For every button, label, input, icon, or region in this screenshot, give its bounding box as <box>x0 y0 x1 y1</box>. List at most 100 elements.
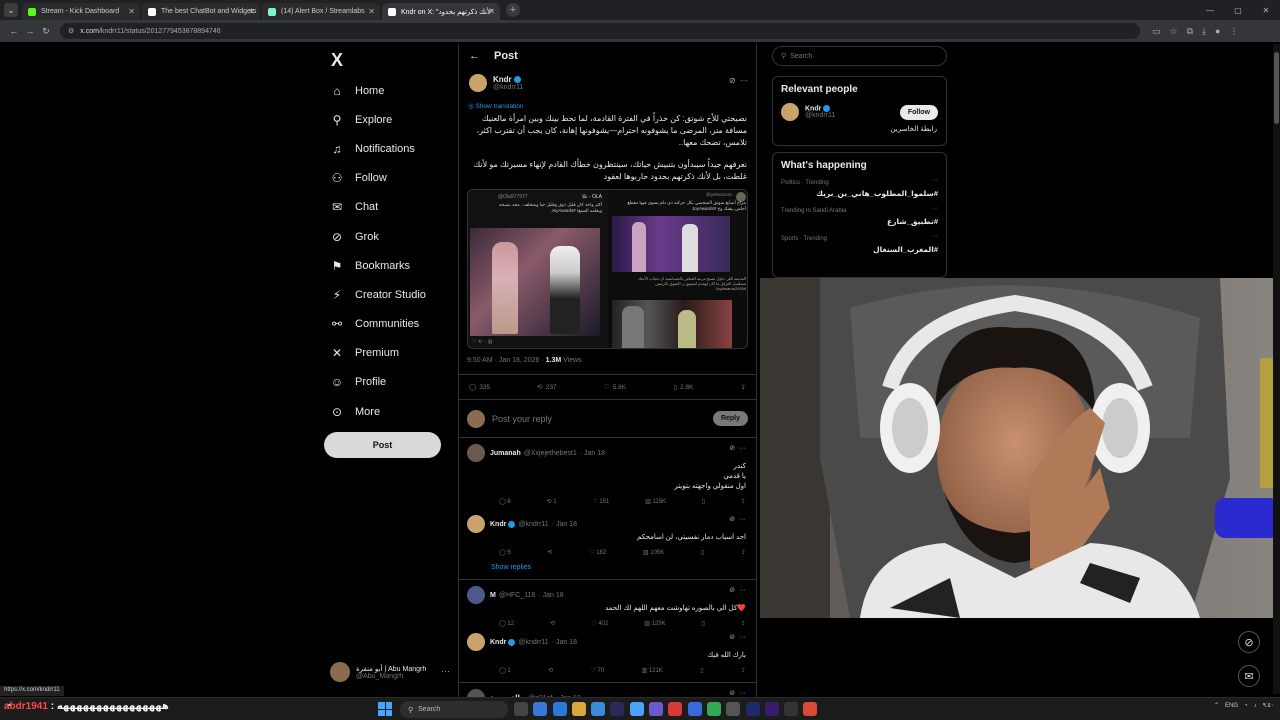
share-icon[interactable]: ⇪ <box>741 549 746 556</box>
sidebar-item-creator-studio[interactable]: ⚡ Creator Studio <box>324 280 454 309</box>
avatar[interactable] <box>781 103 799 121</box>
app-icon[interactable] <box>687 702 702 716</box>
settings-icon[interactable] <box>784 702 799 716</box>
reply-author-name[interactable]: M <box>490 592 496 599</box>
reply-button[interactable]: Reply <box>712 411 748 426</box>
compose-post-button[interactable]: Post <box>324 432 441 458</box>
sidebar-item-bookmarks[interactable]: ⚑ Bookmarks <box>324 251 454 280</box>
photoshop-icon[interactable] <box>745 702 760 716</box>
reply-author-handle[interactable]: @kndrr11 <box>518 521 548 528</box>
forward-icon[interactable]: → <box>22 26 38 36</box>
author-name[interactable]: Kndr <box>493 75 512 84</box>
follow-button[interactable]: Follow <box>899 105 938 120</box>
grok-icon[interactable]: ⊘ <box>729 634 735 641</box>
repost-action[interactable]: ⟲ <box>547 549 552 556</box>
trend-item[interactable]: Trending in Saudi Arabia #تطبيق_شارع ··· <box>773 203 946 231</box>
windows-start-icon[interactable] <box>378 702 392 716</box>
copilot-icon[interactable] <box>533 702 548 716</box>
reply-author-name[interactable]: Jumanah <box>490 450 521 457</box>
repost-action[interactable]: ⟲ 1 <box>547 498 557 505</box>
repost-action[interactable]: ⟲ <box>548 667 553 674</box>
relevant-person[interactable]: Kndr @kndrr11 Follow <box>773 99 946 125</box>
extensions-icon[interactable]: ⧉ <box>1187 26 1193 37</box>
reply-author-name[interactable]: Kndr <box>490 639 506 646</box>
tab-botrix[interactable]: The best ChatBot and Widgets ✕ <box>142 3 260 20</box>
discord-icon[interactable] <box>649 702 664 716</box>
mail-app-icon[interactable] <box>591 702 606 716</box>
reply-tweet[interactable]: Kndr @kndrr11 · Jan 18 ⊘ ··· احد اسباب دمار … <box>459 509 756 556</box>
lang-indicator[interactable]: ENG <box>1225 703 1238 709</box>
share-icon[interactable]: ⇪ <box>741 383 746 391</box>
more-dots-icon[interactable]: ··· <box>739 445 746 452</box>
account-switcher[interactable]: أبو منقرة | Abu Mangrh @Abu_Mangrh ··· <box>330 662 450 682</box>
volume-icon[interactable]: ♪ <box>1254 703 1257 709</box>
back-arrow-icon[interactable]: ← <box>469 50 480 62</box>
show-replies-link[interactable]: Show replies <box>459 556 756 571</box>
views-action[interactable]: ▥ 115K <box>645 498 666 505</box>
reply-tweet[interactable]: M @HFC_116 · Jan 18 ⊘ ··· ❤️كل الي بالصوره ت… <box>459 580 756 627</box>
repost-action[interactable]: ⟲ 237 <box>537 383 556 392</box>
media-icon[interactable] <box>668 702 683 716</box>
chevron-up-icon[interactable]: ⌃ <box>1214 702 1219 709</box>
avatar[interactable] <box>467 633 485 651</box>
star-icon[interactable]: ☆ <box>1170 26 1178 37</box>
sidebar-item-more[interactable]: ⊙ More <box>324 397 454 426</box>
sidebar-item-home[interactable]: ⌂ Home <box>324 76 454 105</box>
bookmark-action[interactable]: ▯ 2.8K <box>673 383 693 392</box>
reply-action[interactable]: ◯ 1 <box>499 667 511 674</box>
bookmark-icon[interactable]: ▯ <box>700 667 703 674</box>
reply-author-handle[interactable]: @Xxjejethebest1 <box>524 450 577 457</box>
bookmark-icon[interactable]: ▯ <box>702 498 705 505</box>
sidebar-item-explore[interactable]: ⚲ Explore <box>324 105 454 134</box>
search-input[interactable]: ⚲ Search <box>772 46 947 66</box>
minimize-icon[interactable]: — <box>1196 0 1224 20</box>
more-dots-icon[interactable]: ··· <box>931 233 938 240</box>
sidebar-item-follow[interactable]: ⚇ Follow <box>324 164 454 193</box>
tab-search-icon[interactable]: ⌄ <box>4 3 18 17</box>
close-window-icon[interactable]: ✕ <box>1252 0 1280 20</box>
sidebar-item-profile[interactable]: ☺ Profile <box>324 368 454 397</box>
maximize-icon[interactable]: ▢ <box>1224 0 1252 20</box>
avatar[interactable] <box>467 444 485 462</box>
reply-action[interactable]: ◯ 8 <box>499 498 511 505</box>
grok-icon[interactable]: ⊘ <box>729 76 736 85</box>
close-icon[interactable]: ✕ <box>248 7 255 16</box>
views-action[interactable]: ▥ 105K <box>643 549 664 556</box>
sidebar-item-premium[interactable]: ✕ Premium <box>324 339 454 368</box>
trend-item[interactable]: Sports · Trending #المغرب_السنغال ··· <box>773 231 946 259</box>
reload-icon[interactable]: ↻ <box>38 26 54 37</box>
tab-x-post[interactable]: Kndr on X: "لأنك ذكرتهم بحدود" ✕ <box>382 3 500 20</box>
more-dots-icon[interactable]: ··· <box>739 690 746 697</box>
store-icon[interactable] <box>629 702 644 716</box>
menu-icon[interactable]: ⋮ <box>1229 26 1238 37</box>
site-info-icon[interactable]: ⚙ <box>68 27 74 35</box>
grok-icon[interactable]: ⊘ <box>729 690 735 697</box>
views-action[interactable]: ▥ 129K <box>644 620 665 627</box>
bookmark-icon[interactable]: ▯ <box>702 620 705 627</box>
app-icon[interactable] <box>726 702 741 716</box>
like-action[interactable]: ♡ 70 <box>590 667 604 674</box>
profile-avatar-icon[interactable]: ● <box>1215 26 1220 37</box>
reply-input[interactable]: Post your reply <box>492 414 713 424</box>
scrollbar-thumb[interactable] <box>1274 52 1279 124</box>
share-icon[interactable]: ⇪ <box>741 498 746 505</box>
back-icon[interactable]: ← <box>6 26 22 36</box>
more-dots-icon[interactable]: ··· <box>740 76 748 85</box>
task-view-icon[interactable] <box>514 702 528 716</box>
messages-floating-icon[interactable]: ✉ <box>1238 665 1260 687</box>
share-icon[interactable]: ⇪ <box>741 667 746 674</box>
like-action[interactable]: ♡ 402 <box>591 620 608 627</box>
author-handle[interactable]: @kndrr11 <box>493 84 523 91</box>
media-image-2[interactable]: @pelectricsn مزاح أسابع شوتق الشخصي بكل … <box>610 190 747 298</box>
more-dots-icon[interactable]: ··· <box>931 205 938 212</box>
trend-item[interactable]: Politics · Trending #سلموا_المطلوب_هاني_ب… <box>773 175 946 203</box>
chrome-icon[interactable] <box>706 702 721 716</box>
repost-action[interactable]: ⟲ <box>550 620 555 627</box>
download-icon[interactable]: ⤓ <box>1202 26 1206 37</box>
more-dots-icon[interactable]: ··· <box>739 634 746 641</box>
more-dots-icon[interactable]: ··· <box>931 177 938 184</box>
sidebar-item-grok[interactable]: ⊘ Grok <box>324 222 454 251</box>
reply-action[interactable]: ◯ 335 <box>469 383 490 392</box>
reply-tweet[interactable]: Kndr @kndrr11 · Jan 18 ⊘ ··· بارك الله فيك ◯ … <box>459 627 756 674</box>
views-action[interactable]: ▥ 121K <box>642 667 663 674</box>
